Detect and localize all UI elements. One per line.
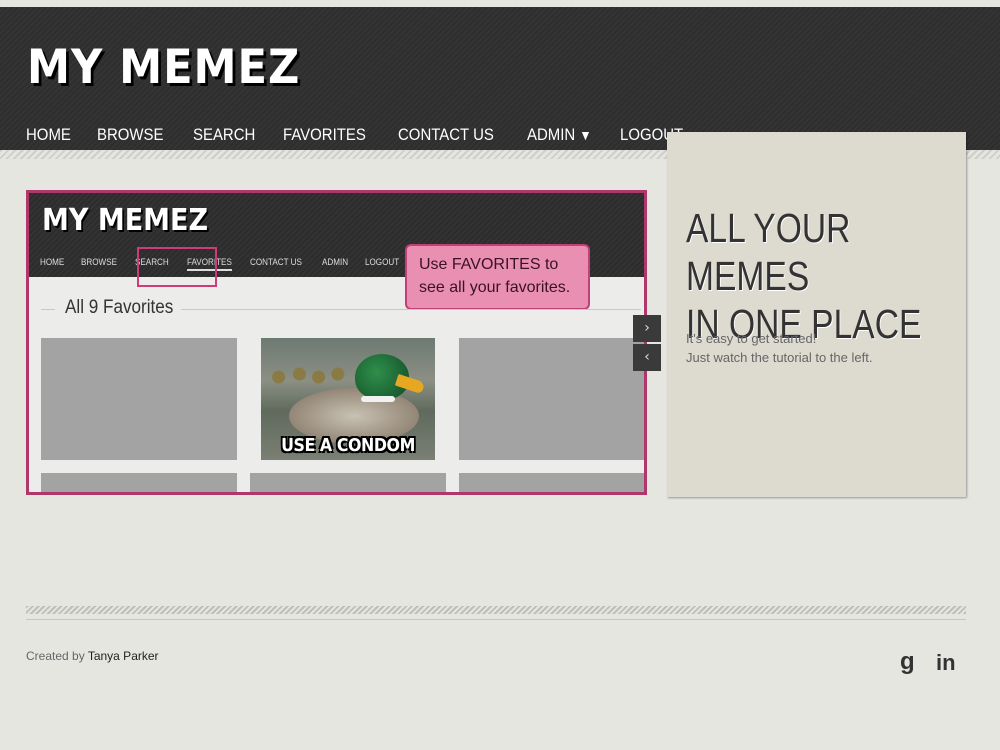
footer-credit: Created by Tanya Parker: [26, 649, 159, 663]
favorite-tile: [250, 473, 446, 492]
ducklings-image-part: [269, 362, 349, 392]
callout-line-2: see all your favorites.: [419, 279, 571, 296]
duck-collar-image-part: [361, 396, 395, 402]
slideshow-prev-button[interactable]: ‹: [633, 344, 661, 371]
slide-nav-contact-us: CONTACT US: [250, 257, 303, 267]
site-header: MY MEMEZ HOME BROWSE SEARCH FAVORITES CO…: [0, 7, 1000, 155]
promo-headline-line-1: ALL YOUR MEMES: [686, 205, 851, 299]
favorite-tile-meme: USE A CONDOM: [261, 338, 435, 460]
nav-admin-label: ADMIN: [526, 125, 575, 144]
site-title[interactable]: MY MEMEZ: [27, 40, 300, 95]
slide-nav-logout: LOGOUT: [365, 257, 400, 267]
footer-stripe-divider: [26, 606, 966, 614]
favorites-heading: All 9 Favorites: [65, 297, 174, 318]
favorite-tile: [459, 473, 644, 492]
favorites-highlight-box: [137, 247, 217, 287]
promo-headline: ALL YOUR MEMES IN ONE PLACE: [686, 204, 924, 348]
chevron-right-icon: ›: [644, 320, 650, 336]
promo-text-line-1: It's easy to get started!: [686, 331, 817, 346]
tutorial-slideshow: MY MEMEZ HOME BROWSE SEARCH FAVORITES CO…: [26, 190, 647, 495]
favorite-tile: [459, 338, 644, 460]
favorite-tile: [41, 473, 237, 492]
promo-panel: ALL YOUR MEMES IN ONE PLACE It's easy to…: [667, 132, 966, 497]
credit-author-link[interactable]: Tanya Parker: [88, 649, 159, 663]
tutorial-callout: Use FAVORITES to see all your favorites.: [405, 244, 590, 310]
caret-down-icon: ▼: [578, 127, 592, 143]
google-plus-icon[interactable]: g: [900, 648, 915, 676]
slide-nav-admin: ADMIN: [322, 257, 349, 267]
footer-rule: [26, 619, 966, 620]
meme-caption: USE A CONDOM: [281, 435, 415, 456]
promo-text-line-2: Just watch the tutorial to the left.: [686, 350, 873, 365]
callout-line-1: Use FAVORITES to: [419, 256, 559, 273]
credit-label: Created by: [26, 649, 85, 663]
chevron-left-icon: ‹: [644, 349, 650, 365]
slide-mini-title: MY MEMEZ: [42, 203, 209, 238]
slide-mini-nav: HOME BROWSE SEARCH FAVORITES CONTACT US …: [40, 257, 417, 271]
linkedin-icon[interactable]: in: [936, 650, 956, 676]
favorite-tile: [41, 338, 237, 460]
promo-text: It's easy to get started! Just watch the…: [686, 329, 872, 367]
slide-nav-browse: BROWSE: [81, 257, 118, 267]
slide-nav-home: HOME: [40, 257, 65, 267]
heading-rule-left: [41, 309, 55, 310]
heading-rule-right: [181, 309, 641, 310]
slideshow-next-button[interactable]: ›: [633, 315, 661, 342]
